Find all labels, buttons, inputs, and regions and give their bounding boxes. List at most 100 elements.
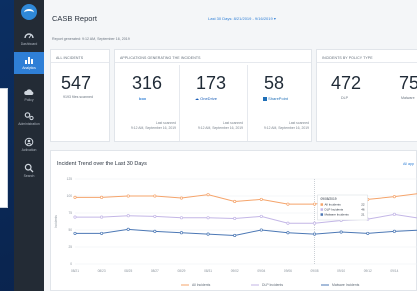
cloud-icon — [24, 89, 34, 95]
x-tick-label: 08/23 — [98, 269, 106, 273]
box-incident-count: 316 — [132, 73, 163, 93]
data-point — [206, 216, 210, 220]
report-generated-text: Report generated: 9:12 AM, September 16,… — [52, 37, 130, 41]
app-logo — [21, 4, 37, 20]
date-range-dropdown[interactable]: Last 30 Days: 8/21/2019 - 9/16/2019 ▾ — [208, 16, 276, 21]
x-tick-label: 09/12 — [364, 269, 372, 273]
tooltip-swatch — [320, 213, 324, 216]
sidebar: Dashboard Analytics Policy Administratio… — [14, 0, 44, 291]
x-tick-label: 08/31 — [204, 269, 212, 273]
malware-incident-count: 75 — [399, 73, 417, 93]
sidebar-item-activation[interactable]: Activation — [14, 134, 44, 156]
files-scanned-text: 9193 files scanned — [63, 95, 93, 99]
y-tick-label: 25 — [68, 245, 72, 249]
data-point — [366, 231, 370, 235]
data-point — [339, 230, 343, 234]
data-point — [259, 197, 263, 201]
data-point — [179, 231, 184, 235]
x-tick-label: 08/21 — [71, 269, 79, 273]
data-point — [286, 221, 290, 225]
sidebar-item-analytics[interactable]: Analytics — [14, 52, 44, 74]
y-tick-label: 0 — [70, 262, 72, 266]
last-scanned-time: 9:12 AM, September 16, 2019 — [130, 125, 176, 130]
cloud-icon: ☁ — [195, 96, 199, 101]
incident-trend-panel: Incident Trend over the Last 30 Days All… — [50, 150, 417, 291]
sharepoint-logo: SharePoint — [263, 96, 288, 101]
app-window: Dashboard Analytics Policy Administratio… — [14, 0, 417, 291]
all-apps-dropdown[interactable]: All app — [403, 162, 414, 166]
data-point — [100, 195, 104, 199]
tooltip-value: 22 — [361, 203, 365, 207]
search-icon — [24, 163, 34, 173]
main-content: CASB Report Last 30 Days: 8/21/2019 - 9/… — [44, 0, 417, 291]
tooltip-value: 21 — [361, 213, 365, 217]
y-tick-label: 75 — [68, 211, 72, 215]
card-heading: INCIDENTS BY POLICY TYPE — [317, 50, 417, 63]
malware-label: Malware — [401, 96, 415, 100]
last-scanned-time: 9:12 AM, September 16, 2019 — [197, 125, 243, 130]
x-tick-label: 08/29 — [177, 269, 185, 273]
data-point — [392, 212, 396, 216]
tooltip-label: Malware Incidents — [325, 213, 350, 217]
x-tick-label: 08/25 — [124, 269, 132, 273]
data-point — [312, 232, 317, 236]
sharepoint-label: SharePoint — [268, 96, 288, 101]
y-tick-label: 100 — [67, 194, 73, 198]
data-point — [312, 221, 317, 225]
data-point — [100, 215, 104, 219]
data-point — [259, 228, 263, 232]
data-point — [206, 232, 210, 236]
data-point — [100, 231, 104, 235]
sidebar-item-label: Dashboard — [20, 42, 38, 46]
data-point — [233, 233, 237, 237]
analytics-icon — [25, 57, 33, 64]
x-tick-label: 09/02 — [231, 269, 239, 273]
data-point — [312, 202, 317, 206]
data-point — [126, 214, 130, 218]
last-scanned-label: Last scanned — [288, 121, 309, 125]
data-point — [126, 194, 130, 198]
sidebar-item-dashboard[interactable]: Dashboard — [14, 28, 44, 50]
data-point — [126, 227, 130, 231]
data-point — [259, 214, 263, 218]
sidebar-item-label: Search — [23, 174, 35, 178]
data-point — [179, 196, 184, 200]
data-point — [392, 229, 396, 233]
tooltip-swatch — [320, 208, 324, 211]
dlp-incident-count: 472 — [331, 73, 362, 93]
page-title: CASB Report — [52, 14, 98, 23]
legend-label: Malware Incidents — [332, 283, 360, 287]
tooltip-swatch — [320, 203, 324, 206]
data-point — [286, 231, 290, 235]
sidebar-item-label: Administration — [18, 122, 40, 126]
data-point — [233, 199, 237, 203]
sharepoint-icon — [263, 96, 267, 101]
last-scanned-label: Last scanned — [222, 121, 243, 125]
data-point — [233, 216, 237, 220]
tooltip-date: 09/08/2019 — [321, 197, 337, 201]
data-point — [206, 193, 210, 197]
onedrive-incident-count: 173 — [196, 73, 227, 93]
y-tick-label: 50 — [68, 228, 72, 232]
sidebar-item-search[interactable]: Search — [14, 160, 44, 182]
dashboard-icon — [24, 33, 34, 39]
legend-label: DLP Incidents — [262, 283, 283, 287]
x-tick-label: 08/27 — [151, 269, 159, 273]
all-incidents-count: 547 — [61, 73, 92, 93]
applications-card: APPLICATIONS GENERATING THE INCIDENTS 31… — [114, 49, 312, 142]
last-scanned-label: Last scanned — [155, 121, 176, 125]
onedrive-label: OneDrive — [200, 96, 218, 101]
sidebar-item-label: Policy — [24, 98, 34, 102]
policy-type-card: INCIDENTS BY POLICY TYPE 472 DLP 75 Malw… — [316, 49, 417, 142]
data-point — [153, 229, 157, 233]
data-point — [179, 216, 184, 220]
box-logo: box — [139, 96, 147, 101]
sidebar-item-policy[interactable]: Policy — [14, 84, 44, 106]
x-tick-label: 09/04 — [257, 269, 265, 273]
tooltip-label: DLP Incidents — [325, 208, 344, 212]
box-last-scanned: Last scanned 9:12 AM, September 16, 2019 — [121, 121, 176, 130]
sidebar-item-administration[interactable]: Administration — [14, 108, 44, 130]
data-point — [153, 194, 157, 198]
divider — [247, 65, 248, 141]
x-tick-label: 09/08 — [311, 269, 319, 273]
